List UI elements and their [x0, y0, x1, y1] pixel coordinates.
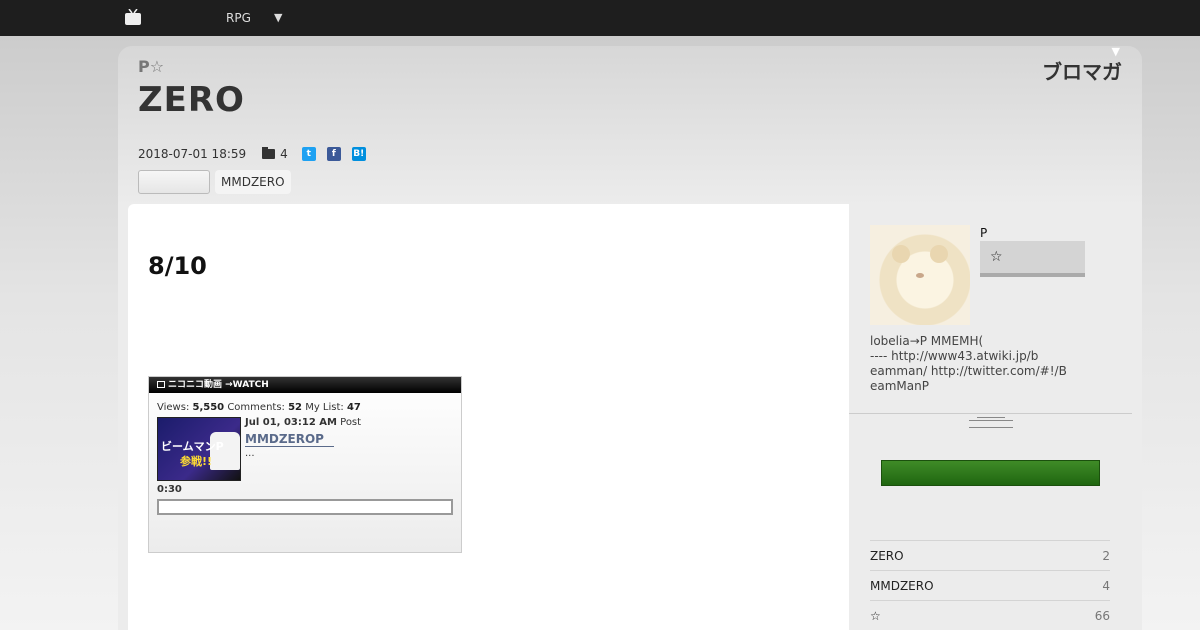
video-thumbnail[interactable]: ビームマンP 参戦!! — [157, 417, 241, 481]
mylist-count: 47 — [346, 402, 361, 413]
tv-logo-icon[interactable] — [124, 9, 142, 26]
category-item[interactable]: MMDZERO 4 — [870, 570, 1110, 600]
video-duration: 0:30 — [157, 484, 182, 495]
blog-title[interactable]: ZERO — [138, 80, 245, 120]
category-list: ZERO 2 MMDZERO 4 ☆ 66 — [870, 540, 1110, 630]
nav-rpg-link[interactable]: RPG — [226, 11, 251, 25]
views-label: Views: — [157, 402, 190, 413]
author-avatar[interactable] — [870, 225, 970, 325]
post-date: 2018-07-01 18:59 — [138, 147, 247, 161]
star-icon: ☆ — [990, 249, 1003, 265]
category-name: MMDZERO — [870, 578, 934, 593]
tag-item[interactable] — [138, 170, 210, 194]
blog-container: P☆ ZERO ▼ ブロマガ 2018-07-01 18:59 4 t f B!… — [118, 45, 1142, 630]
video-title-link[interactable]: MMDZEROP — [245, 432, 334, 447]
post-date-value: Jul 01, 03:12 AM — [245, 417, 337, 428]
niconico-logo-icon — [157, 381, 165, 388]
article-body: 8/10 ニコニコ動画 →WATCH Views: 5,550 Comments… — [128, 204, 849, 630]
folder-count[interactable]: 4 — [280, 147, 288, 161]
comments-label: Comments: — [227, 402, 285, 413]
comments-count: 52 — [288, 402, 303, 413]
category-name: ZERO — [870, 548, 904, 563]
avatar-nose — [916, 273, 924, 278]
subscribe-button[interactable] — [881, 460, 1100, 486]
tag-list: MMDZERO — [138, 170, 291, 194]
blomaga-logo[interactable]: ブロマガ — [1042, 56, 1122, 85]
video-post-date: Jul 01, 03:12 AM Post — [245, 417, 361, 428]
category-count: 4 — [1102, 578, 1110, 593]
category-item[interactable]: ☆ 66 — [870, 600, 1110, 630]
video-stats: Views: 5,550 Comments: 52 My List: 47 — [157, 402, 361, 413]
avatar-ear-left — [892, 245, 910, 263]
thumbnail-text-line2: 参戦!! — [180, 455, 213, 468]
author-profile: lobelia→P MMEMH( ---- http://www43.atwik… — [870, 334, 1067, 393]
tag-item[interactable]: MMDZERO — [215, 170, 291, 194]
sidebar: P ☆ lobelia→P MMEMH( ---- http://www43.a… — [849, 204, 1132, 630]
follow-button[interactable]: ☆ — [980, 241, 1085, 277]
sidebar-divider — [849, 413, 1132, 414]
dropdown-arrow-icon[interactable]: ▼ — [274, 11, 282, 24]
niconico-header[interactable]: ニコニコ動画 →WATCH — [149, 377, 461, 393]
article-title: 8/10 — [148, 252, 207, 280]
twitter-share-icon[interactable]: t — [301, 147, 316, 161]
category-count: 66 — [1094, 608, 1110, 623]
niconico-header-text: ニコニコ動画 →WATCH — [168, 380, 269, 390]
folder-icon — [262, 147, 276, 159]
video-description: ... — [245, 448, 255, 459]
category-count: 2 — [1102, 548, 1110, 563]
blog-author-prefix[interactable]: P☆ — [138, 57, 164, 76]
mylist-label: My List: — [305, 402, 344, 413]
video-progress-bar[interactable] — [157, 499, 453, 515]
author-name[interactable]: P — [980, 226, 987, 240]
facebook-share-icon[interactable]: f — [326, 147, 341, 161]
top-navigation-bar: RPG ▼ — [0, 0, 1200, 36]
niconico-embed[interactable]: ニコニコ動画 →WATCH Views: 5,550 Comments: 52 … — [148, 376, 462, 553]
views-count: 5,550 — [192, 402, 225, 413]
category-item[interactable]: ZERO 2 — [870, 540, 1110, 570]
category-name: ☆ — [870, 608, 881, 623]
hatena-bookmark-icon[interactable]: B! — [351, 147, 366, 161]
avatar-ear-right — [930, 245, 948, 263]
post-meta: 2018-07-01 18:59 4 t f B! — [138, 147, 377, 161]
menu-lines-icon[interactable] — [969, 417, 1013, 428]
thumbnail-text-line1: ビームマンP — [161, 440, 224, 453]
post-label: Post — [340, 417, 362, 428]
